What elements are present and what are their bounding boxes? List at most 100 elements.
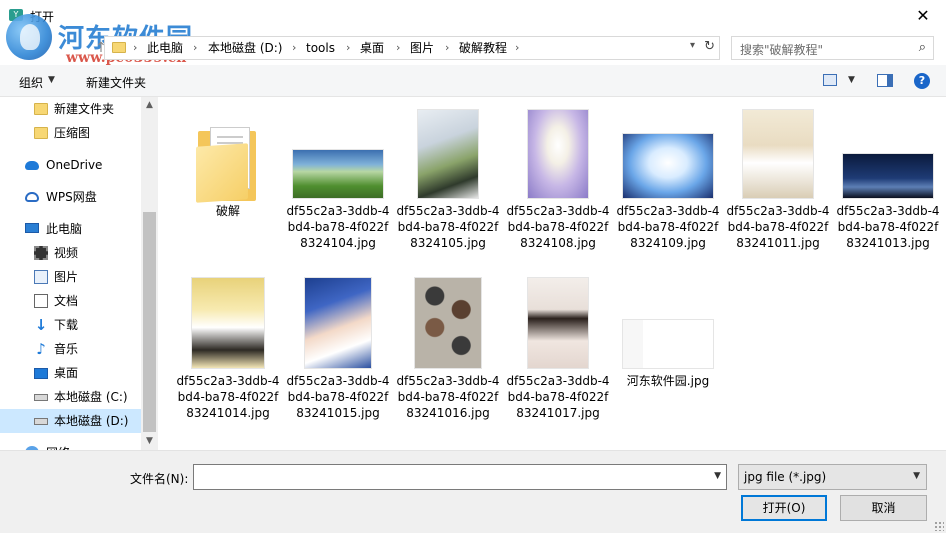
folder-icon xyxy=(34,103,48,115)
file-name: 河东软件园.jpg xyxy=(626,374,710,388)
sidebar-item-pictures[interactable]: 图片 xyxy=(0,265,141,289)
music-icon: ♪ xyxy=(36,340,46,358)
file-name: df55c2a3-3ddb-4bd4-ba78-4f022f83241015.j… xyxy=(286,374,390,420)
filename-history-dropdown-icon[interactable]: ▼ xyxy=(714,471,721,481)
sidebar-item-this-pc[interactable]: 此电脑 xyxy=(0,217,141,241)
sidebar-item-desktop[interactable]: 桌面 xyxy=(0,361,141,385)
file-name: df55c2a3-3ddb-4bd4-ba78-4f022f8324109.jp… xyxy=(616,204,720,250)
drive-icon xyxy=(34,394,48,401)
chevron-down-icon[interactable]: ▼ xyxy=(48,75,55,85)
sidebar-item-label: 压缩图 xyxy=(54,126,91,140)
sidebar-scrollbar[interactable]: ▲ ▼ xyxy=(141,97,158,450)
navigation-pane: 新建文件夹 压缩图 OneDrive WPS网盘 此电脑 视频 图片 文档 ↓ … xyxy=(0,97,158,450)
file-name: df55c2a3-3ddb-4bd4-ba78-4f022f8324104.jp… xyxy=(286,204,390,250)
image-thumbnail xyxy=(842,153,934,199)
file-item[interactable]: df55c2a3-3ddb-4bd4-ba78-4f022f8324104.jp… xyxy=(284,103,392,269)
sidebar-item-label: 本地磁盘 (C:) xyxy=(54,390,128,404)
file-name: df55c2a3-3ddb-4bd4-ba78-4f022f83241013.j… xyxy=(836,204,940,250)
file-type-select[interactable]: jpg file (*.jpg) ▼ xyxy=(738,464,927,490)
navigation-row: ↑ › 此电脑 › 本地磁盘 (D:) › tools › 桌面 › 图片 › … xyxy=(0,31,946,65)
app-icon: Y xyxy=(9,9,23,21)
refresh-icon[interactable]: ↻ xyxy=(704,39,715,54)
sidebar-item-new-folder[interactable]: 新建文件夹 xyxy=(0,97,141,121)
cancel-button[interactable]: 取消 xyxy=(840,495,927,521)
file-item-folder[interactable]: 破解 xyxy=(174,103,282,269)
command-bar: 组织 ▼ 新建文件夹 ▼ ? xyxy=(0,65,946,97)
breadcrumb-separator-icon[interactable]: › xyxy=(292,40,296,56)
image-thumbnail xyxy=(527,109,589,199)
breadcrumb-this-pc[interactable]: 此电脑 xyxy=(147,40,183,56)
file-name: df55c2a3-3ddb-4bd4-ba78-4f022f83241014.j… xyxy=(176,374,280,420)
sidebar-item-downloads[interactable]: ↓ 下载 xyxy=(0,313,141,337)
filename-input[interactable]: ▼ xyxy=(193,464,727,490)
file-item[interactable]: df55c2a3-3ddb-4bd4-ba78-4f022f83241016.j… xyxy=(394,273,502,439)
image-thumbnail xyxy=(304,277,372,369)
image-thumbnail xyxy=(414,277,482,369)
image-thumbnail xyxy=(527,277,589,369)
close-button[interactable]: ✕ xyxy=(900,0,946,31)
breadcrumb-separator-icon[interactable]: › xyxy=(193,40,197,56)
scrollbar-thumb[interactable] xyxy=(143,212,156,432)
file-item[interactable]: df55c2a3-3ddb-4bd4-ba78-4f022f83241014.j… xyxy=(174,273,282,439)
file-name: df55c2a3-3ddb-4bd4-ba78-4f022f8324105.jp… xyxy=(396,204,500,250)
organize-button[interactable]: 组织 xyxy=(19,74,43,91)
image-thumbnail xyxy=(191,277,265,369)
sidebar-item-onedrive[interactable]: OneDrive xyxy=(0,153,141,177)
address-bar[interactable]: › 此电脑 › 本地磁盘 (D:) › tools › 桌面 › 图片 › 破解… xyxy=(104,36,720,60)
view-options-chevron-icon[interactable]: ▼ xyxy=(848,75,855,85)
wps-cloud-icon xyxy=(25,192,39,202)
sidebar-item-label: 本地磁盘 (D:) xyxy=(54,414,129,428)
new-folder-button[interactable]: 新建文件夹 xyxy=(86,74,146,91)
sidebar-item-documents[interactable]: 文档 xyxy=(0,289,141,313)
drive-icon xyxy=(34,418,48,425)
file-name: df55c2a3-3ddb-4bd4-ba78-4f022f8324108.jp… xyxy=(506,204,610,250)
search-icon[interactable]: ⌕ xyxy=(919,40,926,55)
sidebar-item-drive-c[interactable]: 本地磁盘 (C:) xyxy=(0,385,141,409)
file-name: df55c2a3-3ddb-4bd4-ba78-4f022f83241017.j… xyxy=(506,374,610,420)
sidebar-item-label: 新建文件夹 xyxy=(54,102,115,116)
breadcrumb-current[interactable]: 破解教程 xyxy=(459,40,507,56)
folder-icon xyxy=(196,123,258,203)
resize-grip-icon[interactable] xyxy=(934,521,944,531)
breadcrumb-desktop[interactable]: 桌面 xyxy=(360,40,384,56)
file-item[interactable]: df55c2a3-3ddb-4bd4-ba78-4f022f83241011.j… xyxy=(724,103,832,269)
file-item[interactable]: df55c2a3-3ddb-4bd4-ba78-4f022f83241015.j… xyxy=(284,273,392,439)
file-item[interactable]: df55c2a3-3ddb-4bd4-ba78-4f022f8324108.jp… xyxy=(504,103,612,269)
breadcrumb-drive-d[interactable]: 本地磁盘 (D:) xyxy=(208,40,282,56)
sidebar-item-compressed[interactable]: 压缩图 xyxy=(0,121,141,145)
help-icon[interactable]: ? xyxy=(914,73,930,89)
sidebar-item-music[interactable]: ♪ 音乐 xyxy=(0,337,141,361)
breadcrumb-separator-icon[interactable]: › xyxy=(445,40,449,56)
sidebar-item-label: 下载 xyxy=(54,318,79,332)
sidebar-item-label: 视频 xyxy=(54,246,79,260)
file-item[interactable]: df55c2a3-3ddb-4bd4-ba78-4f022f83241013.j… xyxy=(834,103,942,269)
sidebar-item-drive-d[interactable]: 本地磁盘 (D:) xyxy=(0,409,141,433)
open-button[interactable]: 打开(O) xyxy=(741,495,827,521)
breadcrumb-separator-icon[interactable]: › xyxy=(133,40,137,56)
file-item[interactable]: 河东软件园.jpg xyxy=(614,273,722,439)
file-item[interactable]: df55c2a3-3ddb-4bd4-ba78-4f022f8324105.jp… xyxy=(394,103,502,269)
scroll-up-icon[interactable]: ▲ xyxy=(141,97,158,114)
file-item[interactable]: df55c2a3-3ddb-4bd4-ba78-4f022f8324109.jp… xyxy=(614,103,722,269)
scroll-down-icon[interactable]: ▼ xyxy=(141,433,158,450)
sidebar-item-label: 音乐 xyxy=(54,342,79,356)
breadcrumb-separator-icon[interactable]: › xyxy=(346,40,350,56)
search-placeholder: 搜索"破解教程" xyxy=(740,43,824,57)
breadcrumb-tools[interactable]: tools xyxy=(306,40,335,56)
preview-pane-icon[interactable] xyxy=(877,74,893,87)
breadcrumb-separator-icon[interactable]: › xyxy=(515,40,519,56)
search-input[interactable]: 搜索"破解教程" ⌕ xyxy=(731,36,934,60)
file-type-value: jpg file (*.jpg) xyxy=(744,470,827,484)
title-bar: Y 打开 ✕ xyxy=(0,0,946,31)
chevron-down-icon[interactable]: ▼ xyxy=(913,471,920,481)
sidebar-item-videos[interactable]: 视频 xyxy=(0,241,141,265)
breadcrumb-separator-icon[interactable]: › xyxy=(396,40,400,56)
sidebar-item-wps-cloud[interactable]: WPS网盘 xyxy=(0,185,141,209)
change-view-icon[interactable] xyxy=(823,74,837,86)
address-history-dropdown-icon[interactable]: ▾ xyxy=(690,40,695,51)
file-list: 破解 df55c2a3-3ddb-4bd4-ba78-4f022f8324104… xyxy=(158,97,946,450)
sidebar-item-network[interactable]: 网络 xyxy=(0,441,141,450)
breadcrumb-pictures[interactable]: 图片 xyxy=(410,40,434,56)
file-item[interactable]: df55c2a3-3ddb-4bd4-ba78-4f022f83241017.j… xyxy=(504,273,612,439)
sidebar-item-label: 文档 xyxy=(54,294,79,308)
